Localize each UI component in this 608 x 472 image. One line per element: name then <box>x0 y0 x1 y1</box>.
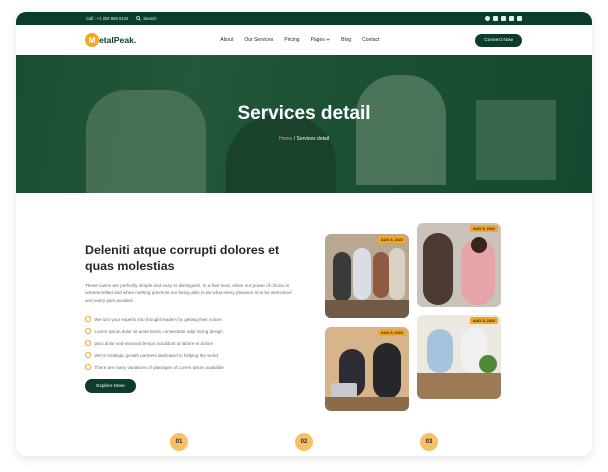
gallery-card[interactable]: AUG 5, 2022 <box>417 315 501 399</box>
step-badge-02: 02 <box>295 433 313 451</box>
instagram-icon[interactable] <box>517 16 522 21</box>
connect-now-button[interactable]: Connect Now <box>475 33 522 47</box>
page-frame: Call : +1 202 555 0124 Search M etalPeak… <box>16 12 592 456</box>
social-links <box>485 16 522 21</box>
card-photo-table <box>325 300 409 318</box>
nav-item-pages-label: Pages <box>310 37 325 43</box>
page-title: Services detail <box>237 103 371 124</box>
nav-item-pricing[interactable]: Pricing <box>284 37 299 43</box>
logo-text: etalPeak. <box>99 35 137 45</box>
card-photo-figure <box>423 233 453 305</box>
card-photo-figure <box>389 248 405 300</box>
gallery-card[interactable]: AUG 5, 2022 <box>417 223 501 307</box>
card-photo-figure <box>427 329 453 373</box>
breadcrumb-home[interactable]: Home <box>279 136 292 142</box>
list-item: We turn your experts into thought leader… <box>85 313 295 325</box>
logo-mark: M <box>85 33 99 47</box>
check-circle-icon <box>85 364 91 370</box>
section-title: Deleniti atque corrupti dolores et quas … <box>85 243 280 273</box>
top-bar: Call : +1 202 555 0124 Search <box>16 12 592 25</box>
list-item: There are many variations of passages of… <box>85 361 295 373</box>
list-item: Lorem ipsum dolor sit amet lorem consect… <box>85 325 295 337</box>
list-item-text: pisci dolor sed eiusmod tempo incididunt… <box>94 340 214 346</box>
card-photo-plant <box>479 355 497 373</box>
check-circle-icon <box>85 328 91 334</box>
nav-item-our-services[interactable]: Our Services <box>244 37 273 43</box>
nav-item-about[interactable]: About <box>220 37 233 43</box>
card-photo-table <box>417 373 501 399</box>
explore-more-button[interactable]: Explore More <box>85 379 136 393</box>
hero-banner: Services detail Home / Services detail <box>16 55 592 193</box>
facebook-icon[interactable] <box>485 16 490 21</box>
search-icon <box>136 16 142 21</box>
card-photo-figure <box>373 343 401 399</box>
breadcrumb-current: / Services detail <box>292 136 330 142</box>
nav-item-pages[interactable]: Pages <box>311 37 331 43</box>
step-badge-01: 01 <box>170 433 188 451</box>
gallery-card[interactable]: AUG 5, 2022 <box>325 327 409 411</box>
breadcrumb: Home / Services detail <box>16 136 592 142</box>
main-navbar: M etalPeak. About Our Services Pricing P… <box>16 25 592 55</box>
check-circle-icon <box>85 340 91 346</box>
chevron-down-icon <box>326 38 330 41</box>
list-item-text: There are many variations of passages of… <box>94 364 224 370</box>
search-label: Search <box>143 16 157 21</box>
gallery-card[interactable]: AUG 5, 2022 <box>325 234 409 318</box>
card-photo-face <box>471 237 487 253</box>
check-circle-icon <box>85 352 91 358</box>
card-photo-laptop <box>331 383 357 397</box>
call-info: Call : +1 202 555 0124 <box>86 16 129 21</box>
feature-checklist: We turn your experts into thought leader… <box>85 313 295 373</box>
date-badge: AUG 5, 2022 <box>377 236 406 243</box>
section-description: These cases are perfectly simple and eas… <box>85 283 292 303</box>
nav-item-blog[interactable]: Blog <box>341 37 351 43</box>
list-item-text: We're strategic growth partners dedicate… <box>94 352 218 358</box>
youtube-icon[interactable] <box>501 16 506 21</box>
nav-item-contact[interactable]: Contact <box>362 37 379 43</box>
list-item-text: Lorem ipsum dolor sit amet lorem consect… <box>94 328 223 334</box>
search-link[interactable]: Search <box>136 16 157 21</box>
list-item: pisci dolor sed eiusmod tempo incididunt… <box>85 337 295 349</box>
date-badge: AUG 5, 2022 <box>469 225 498 232</box>
card-photo-figure <box>373 252 389 298</box>
card-photo-figure <box>333 252 351 302</box>
twitter-icon[interactable] <box>493 16 498 21</box>
nav-menu: About Our Services Pricing Pages Blog Co… <box>220 37 379 43</box>
list-item-text: We turn your experts into thought leader… <box>94 316 222 322</box>
card-photo-table <box>325 397 409 411</box>
step-badge-03: 03 <box>420 433 438 451</box>
linkedin-icon[interactable] <box>509 16 514 21</box>
logo[interactable]: M etalPeak. <box>85 33 136 47</box>
date-badge: AUG 5, 2022 <box>469 317 498 324</box>
list-item: We're strategic growth partners dedicate… <box>85 349 295 361</box>
date-badge: AUG 5, 2022 <box>377 329 406 336</box>
card-photo-figure <box>353 248 371 300</box>
check-circle-icon <box>85 316 91 322</box>
